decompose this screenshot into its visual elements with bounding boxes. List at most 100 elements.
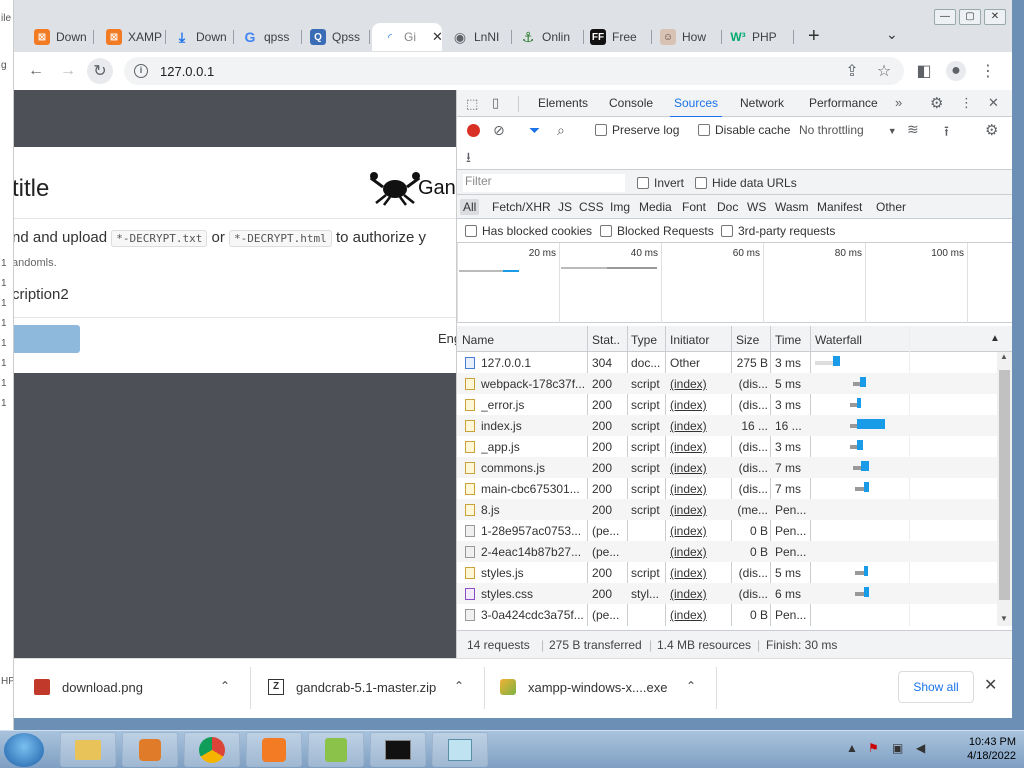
col-status[interactable]: Stat.. [592,333,620,347]
type-media[interactable]: Media [636,199,675,215]
disable-cache-checkbox[interactable]: Disable cache [698,123,790,137]
taskbar-cmd-icon[interactable] [370,732,426,767]
start-button-icon[interactable] [4,733,44,767]
browser-tab[interactable]: ◉ LnNI [442,23,512,51]
tab-sources[interactable]: Sources [669,96,723,118]
table-scrollbar[interactable]: ▲ ▼ [997,352,1012,626]
invert-checkbox[interactable]: Invert [637,176,684,190]
table-row[interactable]: 8.js 200 script (index) (me... Pen... [457,499,997,520]
tab-console[interactable]: Console [609,96,653,110]
close-devtools-icon[interactable]: ✕ [988,95,999,111]
network-conditions-icon[interactable]: ≋ [907,121,919,138]
upload-button[interactable] [14,325,80,353]
col-name[interactable]: Name [462,333,494,347]
record-icon[interactable] [467,124,480,137]
type-ws[interactable]: WS [744,199,769,215]
blocked-requests-checkbox[interactable]: Blocked Requests [600,224,714,238]
cell-initiator[interactable]: (index) [670,524,730,538]
chevron-up-icon[interactable]: ⌃ [220,679,230,693]
third-party-checkbox[interactable]: 3rd-party requests [721,224,835,238]
filter-funnel-icon[interactable]: ⏷ [529,122,540,139]
address-bar[interactable]: i 127.0.0.1 [124,57,904,85]
settings-gear-icon[interactable]: ⚙ [930,94,943,112]
table-row[interactable]: index.js 200 script (index) 16 ... 16 ... [457,415,997,436]
table-row[interactable]: 1-28e957ac0753... (pe... (index) 0 B Pen... [457,520,997,541]
cell-initiator[interactable]: (index) [670,461,730,475]
table-row[interactable]: commons.js 200 script (index) (dis... 7 ms [457,457,997,478]
sort-up-icon[interactable]: ▲ [990,333,1000,344]
cell-initiator[interactable]: (index) [670,377,730,391]
close-tab-icon[interactable]: ✕ [432,29,442,45]
site-info-icon[interactable]: i [134,64,148,78]
menu-kebab-icon[interactable]: ⋮ [978,61,998,81]
devtools-menu-icon[interactable]: ⋮ [960,95,973,111]
type-wasm[interactable]: Wasm [772,199,812,215]
hide-data-urls-checkbox[interactable]: Hide data URLs [695,176,797,190]
table-row[interactable]: webpack-178c37f... 200 script (index) (dis..… [457,373,997,394]
import-har-icon[interactable]: ⭱ [944,121,949,145]
export-har-icon[interactable]: ⭳ [466,147,471,171]
col-size[interactable]: Size [736,333,759,347]
browser-tab[interactable]: Q Qpss [300,23,370,51]
type-all[interactable]: All [460,199,480,215]
cell-initiator[interactable]: (index) [670,503,730,517]
close-downloads-icon[interactable]: ✕ [984,675,997,695]
more-tabs-icon[interactable]: » [895,95,902,110]
table-row[interactable]: main-cbc675301... 200 script (index) (dis...… [457,478,997,499]
taskbar-chrome-icon[interactable] [184,732,240,767]
cell-initiator[interactable]: (index) [670,566,730,580]
tab-search-chevron-icon[interactable]: ⌄ [886,26,898,43]
reload-icon[interactable]: ↻ [87,58,113,84]
browser-tab-active[interactable]: ◜ Gi ✕ [372,23,442,51]
show-all-button[interactable]: Show all [898,671,974,703]
download-item[interactable]: download.png [34,669,143,705]
col-initiator[interactable]: Initiator [670,333,709,347]
back-arrow-icon[interactable]: ← [26,61,46,81]
type-font[interactable]: Font [679,199,709,215]
col-type[interactable]: Type [631,333,657,347]
type-other[interactable]: Other [873,199,909,215]
new-tab-button[interactable]: + [808,25,820,48]
type-img[interactable]: Img [607,199,633,215]
blocked-cookies-checkbox[interactable]: Has blocked cookies [465,224,592,238]
volume-icon[interactable]: ◀ [916,741,925,755]
network-settings-gear-icon[interactable]: ⚙ [985,121,998,139]
type-manifest[interactable]: Manifest [814,199,865,215]
table-row[interactable]: styles.js 200 script (index) (dis... 5 ms [457,562,997,583]
table-row[interactable]: 2-4eac14b87b27... (pe... (index) 0 B Pen... [457,541,997,562]
taskbar-explorer-icon[interactable] [60,732,116,767]
clock[interactable]: 10:43 PM 4/18/2022 [967,735,1016,763]
table-row[interactable]: 127.0.0.1 304 doc... Other 275 B 3 ms [457,352,997,373]
share-icon[interactable]: ⇪ [842,61,862,81]
browser-tab[interactable]: ⤓ Down [164,23,234,51]
browser-tab[interactable]: FF Free [580,23,652,51]
device-toolbar-icon[interactable]: ▯ [492,95,499,111]
taskbar-notepad-icon[interactable] [432,732,488,767]
table-row[interactable]: 3-0a424cdc3a75f... (pe... (index) 0 B Pen... [457,604,997,625]
table-row[interactable]: _error.js 200 script (index) (dis... 3 ms [457,394,997,415]
taskbar-media-player-icon[interactable] [122,732,178,767]
cell-initiator[interactable]: Other [670,356,730,370]
taskbar-xampp-icon[interactable] [246,732,302,767]
clear-icon[interactable]: ⊘ [493,122,505,139]
profile-avatar-icon[interactable]: ● [946,61,966,81]
browser-tab[interactable]: G qpss [232,23,302,51]
filter-input[interactable]: Filter [463,174,625,192]
cell-initiator[interactable]: (index) [670,440,730,454]
download-item[interactable]: xampp-windows-x....exe [500,669,667,705]
tab-performance[interactable]: Performance [809,96,878,110]
cell-initiator[interactable]: (index) [670,419,730,433]
col-time[interactable]: Time [775,333,801,347]
tab-elements[interactable]: Elements [538,96,588,110]
browser-tab[interactable]: W³ PHP [720,23,794,51]
inspect-element-icon[interactable]: ⬚ [466,96,478,112]
cell-initiator[interactable]: (index) [670,545,730,559]
tab-network[interactable]: Network [740,96,784,110]
type-doc[interactable]: Doc [714,199,741,215]
language-selector[interactable]: Eng [438,331,456,346]
download-item[interactable]: Z gandcrab-5.1-master.zip [268,669,436,705]
type-css[interactable]: CSS [576,199,607,215]
throttling-select[interactable]: No throttling ▼ [799,123,897,137]
tray-arrow-icon[interactable]: ▲ [846,741,858,755]
cell-initiator[interactable]: (index) [670,587,730,601]
